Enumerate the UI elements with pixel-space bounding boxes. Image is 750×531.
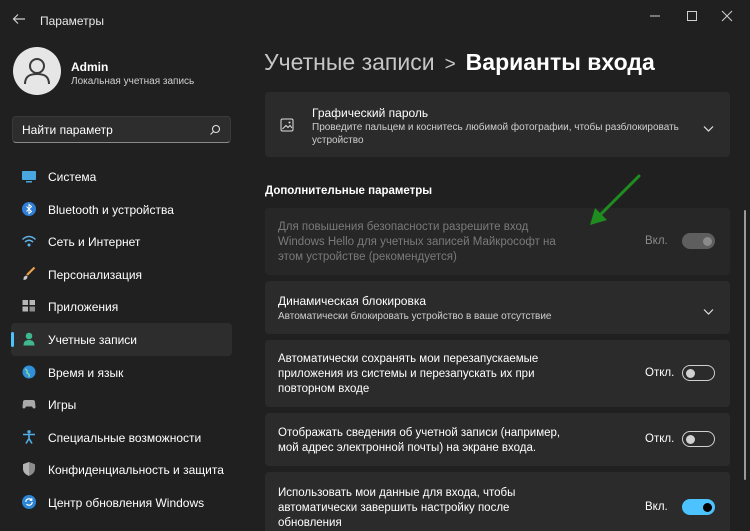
scrollbar[interactable]	[744, 210, 746, 480]
hello-only-card: Для повышения безопасности разрешите вхо…	[265, 208, 730, 275]
sidebar-item-time-language[interactable]: Время и язык	[11, 356, 232, 389]
sidebar-item-label: Специальные возможности	[48, 430, 202, 445]
sidebar-item-network[interactable]: Сеть и Интернет	[11, 225, 232, 258]
hello-only-toggle	[682, 233, 715, 249]
sidebar-item-personalization[interactable]: Персонализация	[11, 258, 232, 291]
picture-password-desc-line2: устройство	[312, 135, 364, 146]
restart-apps-line2: приложения из системы и перезапускать их…	[278, 368, 535, 380]
app-title: Параметры	[40, 14, 104, 28]
restart-apps-card: Автоматически сохранять мои перезапускае…	[265, 340, 730, 407]
person-icon	[21, 331, 37, 347]
sidebar-item-apps[interactable]: Приложения	[11, 290, 232, 323]
hello-only-line2: Windows Hello для учетных записей Майкро…	[278, 236, 556, 248]
sidebar-item-label: Сеть и Интернет	[48, 235, 141, 250]
search-input[interactable]: Найти параметр	[12, 116, 231, 143]
user-name: Admin	[71, 60, 109, 74]
sidebar-item-label: Система	[48, 170, 97, 184]
apps-icon	[21, 298, 37, 314]
page-title: Варианты входа	[465, 49, 655, 75]
breadcrumb-separator: >	[444, 54, 456, 75]
annotation-arrow-icon	[585, 172, 645, 235]
sidebar-item-windows-update[interactable]: Центр обновления Windows	[11, 486, 232, 519]
sidebar-item-accounts[interactable]: Учетные записи	[11, 322, 232, 356]
sidebar-item-label: Конфиденциальность и защита	[48, 463, 224, 478]
shield-icon	[21, 461, 37, 477]
restart-apps-line3: повторном входе	[278, 383, 370, 395]
avatar[interactable]	[13, 47, 61, 95]
search-icon[interactable]	[209, 123, 221, 141]
sidebar-item-label: Приложения	[48, 300, 119, 315]
account-details-line2: мой адрес электронной почты) на экране в…	[278, 442, 537, 454]
sidebar-item-label: Учетные записи	[48, 332, 137, 347]
sidebar-item-label: Персонализация	[48, 267, 143, 282]
restart-apps-state-label: Откл.	[645, 367, 675, 379]
gamepad-icon	[21, 396, 37, 412]
update-icon	[21, 494, 37, 510]
restart-apps-toggle[interactable]	[682, 365, 715, 381]
picture-password-title: Графический пароль	[312, 106, 429, 120]
account-details-card: Отображать сведения об учетной записи (н…	[265, 413, 730, 466]
picture-password-desc-line1: Проведите пальцем и коснитесь любимой фо…	[312, 122, 679, 133]
sidebar-item-label: Время и язык	[48, 365, 124, 380]
restart-apps-line1: Автоматически сохранять мои перезапускае…	[278, 353, 539, 365]
sidebar-item-label: Центр обновления Windows	[48, 495, 205, 510]
close-icon[interactable]	[716, 8, 738, 24]
wifi-icon	[21, 233, 37, 249]
use-signin-info-line1: Использовать мои данные для входа, чтобы	[278, 487, 516, 499]
maximize-icon[interactable]	[681, 8, 703, 24]
hello-only-state-label: Вкл.	[645, 235, 668, 247]
use-signin-info-state-label: Вкл.	[645, 501, 668, 513]
section-title: Дополнительные параметры	[265, 185, 433, 197]
use-signin-info-card: Использовать мои данные для входа, чтобы…	[265, 472, 730, 531]
use-signin-info-line2: автоматически завершить настройку после	[278, 502, 510, 514]
minimize-icon[interactable]	[644, 8, 666, 24]
chevron-down-icon[interactable]	[703, 303, 714, 321]
sidebar-nav: Система Bluetooth и устройства Сеть и Ин…	[11, 160, 232, 519]
title-bar: Параметры	[0, 0, 750, 40]
picture-password-card[interactable]: Графический пароль Проведите пальцем и к…	[265, 92, 730, 157]
brush-icon	[21, 266, 37, 282]
sidebar-item-label: Bluetooth и устройства	[48, 202, 174, 217]
bluetooth-icon	[21, 201, 37, 217]
search-placeholder: Найти параметр	[22, 123, 113, 137]
account-details-state-label: Откл.	[645, 433, 675, 445]
sidebar-item-system[interactable]: Система	[11, 160, 232, 193]
system-icon	[21, 168, 37, 184]
active-indicator	[11, 331, 14, 347]
sidebar-item-gaming[interactable]: Игры	[11, 388, 232, 421]
sidebar-item-label: Игры	[48, 398, 77, 413]
account-details-line1: Отображать сведения об учетной записи (н…	[278, 427, 561, 439]
dynamic-lock-description: Автоматически блокировать устройство в в…	[278, 311, 552, 322]
hello-only-line3: этом устройстве (рекомендуется)	[278, 251, 457, 263]
picture-icon	[280, 118, 294, 137]
chevron-down-icon[interactable]	[703, 120, 714, 138]
use-signin-info-line3: обновления	[278, 517, 342, 529]
sidebar-item-bluetooth[interactable]: Bluetooth и устройства	[11, 193, 232, 226]
breadcrumb: Учетные записи > Варианты входа	[264, 49, 655, 76]
dynamic-lock-card[interactable]: Динамическая блокировка Автоматически бл…	[265, 281, 730, 334]
account-details-toggle[interactable]	[682, 431, 715, 447]
sidebar-item-privacy[interactable]: Конфиденциальность и защита	[11, 453, 232, 486]
back-arrow-icon[interactable]	[12, 12, 26, 26]
sidebar-item-accessibility[interactable]: Специальные возможности	[11, 421, 232, 454]
use-signin-info-toggle[interactable]	[682, 499, 715, 515]
hello-only-line1: Для повышения безопасности разрешите вхо…	[278, 221, 529, 233]
accessibility-icon	[21, 429, 37, 445]
breadcrumb-parent[interactable]: Учетные записи	[264, 49, 435, 75]
globe-icon	[21, 364, 37, 380]
account-type: Локальная учетная запись	[71, 76, 195, 87]
dynamic-lock-title: Динамическая блокировка	[278, 294, 427, 308]
